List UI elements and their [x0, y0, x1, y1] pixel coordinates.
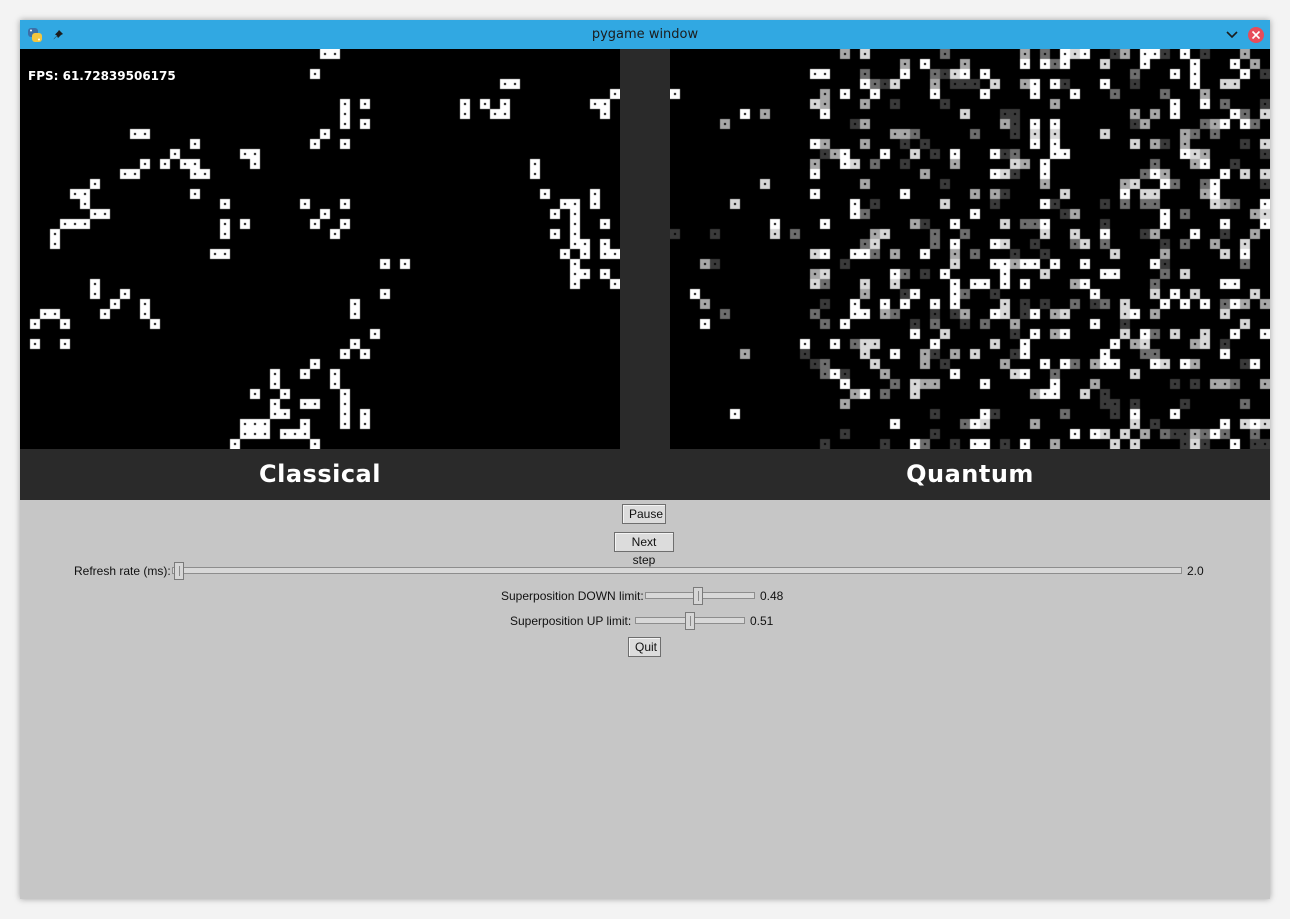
up-limit-slider-handle[interactable]	[685, 612, 695, 630]
up-limit-label: Superposition UP limit:	[510, 614, 632, 628]
down-limit-slider-handle[interactable]	[693, 587, 703, 605]
down-limit-value: 0.48	[760, 589, 784, 603]
refresh-rate-trough[interactable]	[172, 567, 1182, 574]
controls-panel: Pause Next step Refresh rate (ms): 2.0 S…	[20, 500, 1270, 899]
classical-grid	[20, 49, 620, 449]
quantum-label: Quantum	[906, 460, 1034, 488]
refresh-rate-label: Refresh rate (ms):	[74, 564, 171, 578]
pause-button[interactable]: Pause	[622, 504, 666, 524]
refresh-rate-value: 2.0	[1187, 564, 1204, 578]
title-bar[interactable]: pygame window	[20, 20, 1270, 49]
classical-label: Classical	[259, 460, 381, 488]
refresh-rate-slider-handle[interactable]	[174, 562, 184, 580]
next-step-button[interactable]: Next step	[614, 532, 674, 567]
chevron-down-icon[interactable]	[1223, 20, 1241, 49]
window-title: pygame window	[591, 27, 699, 42]
close-icon[interactable]	[1246, 20, 1266, 49]
up-limit-value: 0.51	[750, 614, 774, 628]
quantum-grid	[670, 49, 1270, 449]
app-window: pygame window FPS: 61.72839506175 Classi…	[20, 20, 1270, 899]
game-surface: FPS: 61.72839506175 Classical Quantum	[20, 49, 1270, 500]
quit-button[interactable]: Quit	[628, 637, 661, 657]
down-limit-label: Superposition DOWN limit:	[501, 589, 644, 603]
fps-counter: FPS: 61.72839506175	[28, 69, 176, 83]
